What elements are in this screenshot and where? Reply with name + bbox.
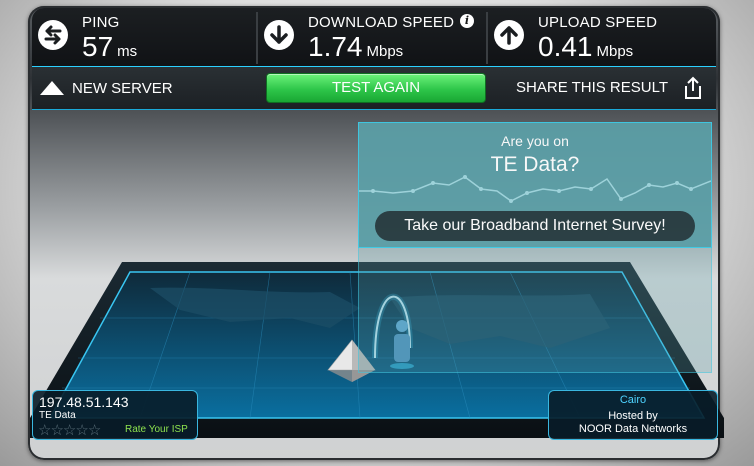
action-bar: NEW SERVER TEST AGAIN SHARE THIS RESULT [32, 67, 716, 110]
host-network: NOOR Data Networks [578, 423, 688, 435]
upload-number: 0.41 [538, 31, 593, 62]
star-icon[interactable]: ☆ [88, 422, 101, 439]
ping-value: 57 ms [82, 32, 137, 67]
star-icon[interactable]: ☆ [50, 422, 63, 439]
isp-survey-panel: Are you on TE Data? Take our Broadband I… [358, 122, 712, 248]
ping-unit: ms [117, 43, 138, 60]
survey-button[interactable]: Take our Broadband Internet Survey! [375, 211, 695, 241]
ping-stat: PING 57 ms [32, 8, 256, 66]
isp-name: TE Data [39, 410, 76, 421]
share-result-button[interactable]: SHARE THIS RESULT [516, 76, 704, 99]
download-value: 1.74 Mbps [308, 32, 403, 67]
star-icon[interactable]: ☆ [38, 422, 51, 439]
ping-arrows-icon [38, 20, 68, 50]
survey-sparkline [359, 175, 711, 203]
upload-unit: Mbps [596, 43, 634, 60]
share-label: SHARE THIS RESULT [516, 79, 668, 96]
download-label: DOWNLOAD SPEED [308, 14, 455, 31]
ping-label: PING [82, 14, 120, 31]
star-rating[interactable]: ☆☆☆☆☆ [38, 421, 101, 439]
server-triangle-icon [40, 81, 64, 95]
stats-bar: PING 57 ms DOWNLOAD SPEED 1.74 Mbps i UPLO… [32, 8, 716, 67]
survey-question: Are you on [501, 133, 569, 149]
server-location-box: Cairo Hosted by NOOR Data Networks [548, 390, 718, 440]
new-server-label: NEW SERVER [72, 80, 173, 97]
upload-value: 0.41 Mbps [538, 32, 633, 67]
ping-number: 57 [82, 31, 114, 62]
ip-address: 197.48.51.143 [39, 394, 129, 410]
download-stat: DOWNLOAD SPEED 1.74 Mbps i [258, 8, 486, 66]
rate-isp-link[interactable]: Rate Your ISP [125, 424, 188, 435]
star-icon[interactable]: ☆ [75, 422, 88, 439]
server-city: Cairo [619, 394, 647, 406]
share-icon [685, 76, 701, 99]
info-icon[interactable]: i [460, 14, 474, 28]
download-number: 1.74 [308, 31, 363, 62]
download-unit: Mbps [366, 43, 404, 60]
upload-stat: UPLOAD SPEED 0.41 Mbps [488, 8, 716, 66]
isp-info-box: 197.48.51.143 TE Data ☆☆☆☆☆ Rate Your IS… [32, 390, 198, 440]
upload-arrow-icon [494, 20, 524, 50]
download-arrow-icon [264, 20, 294, 50]
hosted-by-label: Hosted by [608, 410, 658, 422]
upload-label: UPLOAD SPEED [538, 14, 658, 31]
test-again-button[interactable]: TEST AGAIN [266, 73, 486, 103]
star-icon[interactable]: ☆ [63, 422, 76, 439]
survey-panel-shadow [358, 247, 712, 373]
